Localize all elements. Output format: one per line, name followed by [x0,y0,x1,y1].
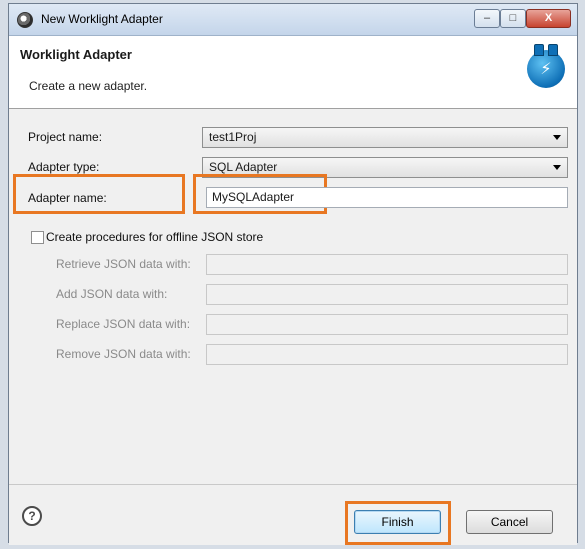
project-name-value: test1Proj [209,130,257,144]
wizard-banner: Worklight Adapter Create a new adapter. … [9,36,577,109]
project-name-select[interactable]: test1Proj [202,127,568,148]
adapter-type-label: Adapter type: [28,160,100,174]
close-button[interactable]: X [526,9,571,28]
minimize-button[interactable]: – [474,9,500,28]
adapter-plug-icon: ⚡ [527,44,565,88]
add-json-label: Add JSON data with: [56,287,168,301]
replace-json-input[interactable] [206,314,568,335]
add-json-input[interactable] [206,284,568,305]
offline-json-checkbox[interactable] [31,231,44,244]
help-icon[interactable]: ? [22,506,42,526]
maximize-button[interactable]: □ [500,9,526,28]
banner-description: Create a new adapter. [29,79,148,93]
chevron-down-icon [553,165,561,170]
adapter-type-value: SQL Adapter [209,160,278,174]
offline-json-checkbox-label: Create procedures for offline JSON store [46,230,264,244]
adapter-name-label: Adapter name: [28,191,107,205]
finish-button[interactable]: Finish [354,510,441,534]
new-adapter-dialog: New Worklight Adapter – □ X Worklight Ad… [8,3,578,545]
retrieve-json-label: Retrieve JSON data with: [56,257,191,271]
retrieve-json-input[interactable] [206,254,568,275]
banner-title: Worklight Adapter [20,47,132,62]
form-area: Project name: test1Proj Adapter type: SQ… [9,109,577,484]
title-bar[interactable]: New Worklight Adapter – □ X [9,4,577,36]
cancel-button[interactable]: Cancel [466,510,553,534]
adapter-name-input[interactable]: MySQLAdapter [206,187,568,208]
replace-json-label: Replace JSON data with: [56,317,191,331]
project-name-label: Project name: [28,130,103,144]
chevron-down-icon [553,135,561,140]
dialog-footer: ? Finish Cancel [9,484,577,545]
remove-json-input[interactable] [206,344,568,365]
eclipse-icon [17,12,33,28]
remove-json-label: Remove JSON data with: [56,347,191,361]
window-title: New Worklight Adapter [41,12,163,26]
